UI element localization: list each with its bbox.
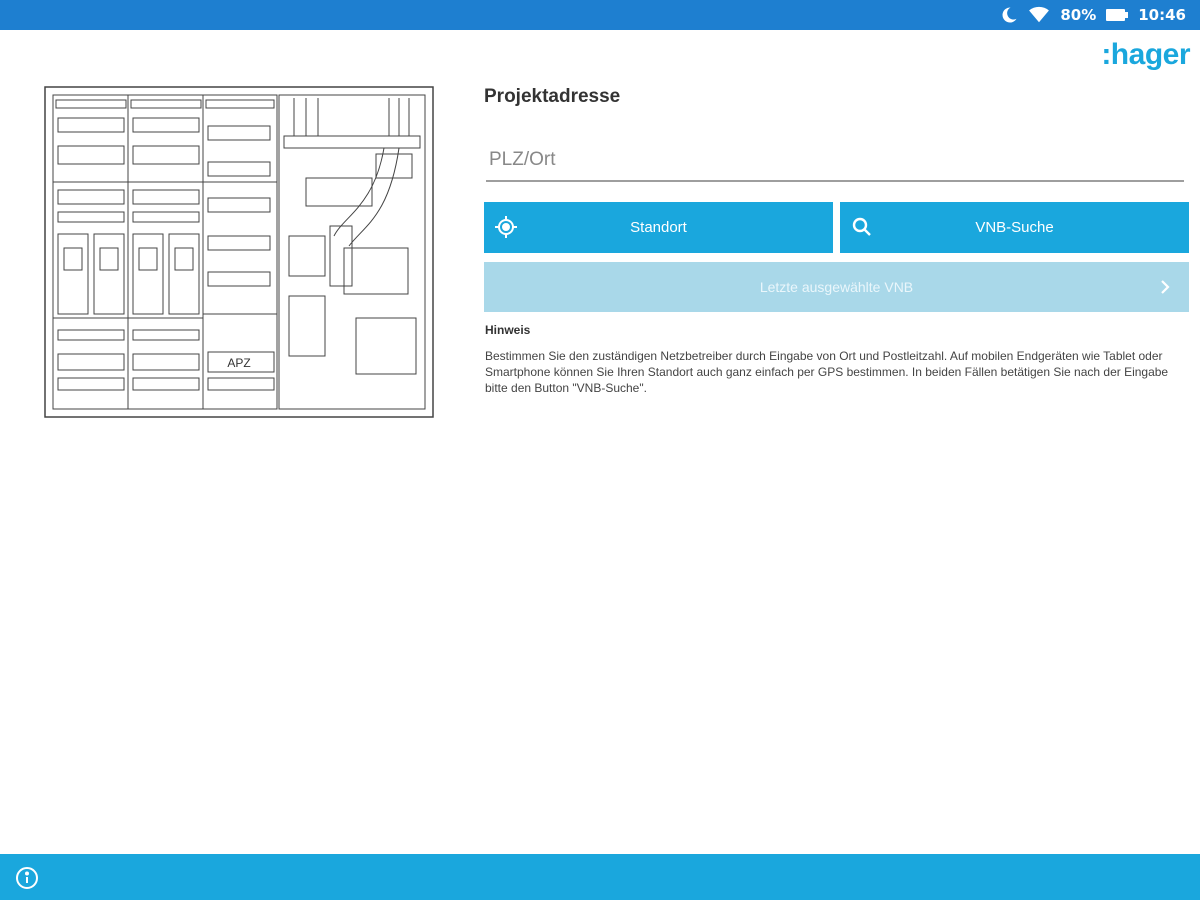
location-input[interactable] (486, 142, 1190, 178)
location-field-wrap (486, 142, 1190, 182)
hint-text: Bestimmen Sie den zuständigen Netzbetrei… (485, 349, 1169, 395)
crosshair-icon (494, 215, 518, 239)
page-title: Projektadresse (484, 86, 621, 107)
apz-label: APZ (227, 356, 250, 370)
search-icon (850, 215, 874, 239)
hint-title: Hinweis (485, 323, 531, 337)
wifi-icon (1028, 6, 1050, 24)
status-bar: 80% 10:46 (0, 0, 1200, 30)
footer-bar (0, 854, 1200, 900)
vnb-search-button[interactable]: VNB-Suche (840, 202, 1189, 253)
battery-percent: 80% (1060, 6, 1097, 24)
moon-icon (1000, 6, 1018, 24)
info-icon[interactable] (15, 866, 39, 890)
standort-label: Standort (630, 219, 687, 236)
cabinet-diagram: APZ (44, 86, 434, 418)
last-selected-vnb-button[interactable]: Letzte ausgewählte VNB (484, 262, 1189, 312)
vnb-search-label: VNB-Suche (975, 219, 1054, 236)
chevron-right-icon (1155, 277, 1175, 297)
standort-button[interactable]: Standort (484, 202, 833, 253)
hager-logo: :hager (1101, 38, 1190, 71)
battery-icon (1106, 8, 1129, 22)
clock: 10:46 (1138, 6, 1186, 24)
last-selected-label: Letzte ausgewählte VNB (759, 279, 914, 295)
